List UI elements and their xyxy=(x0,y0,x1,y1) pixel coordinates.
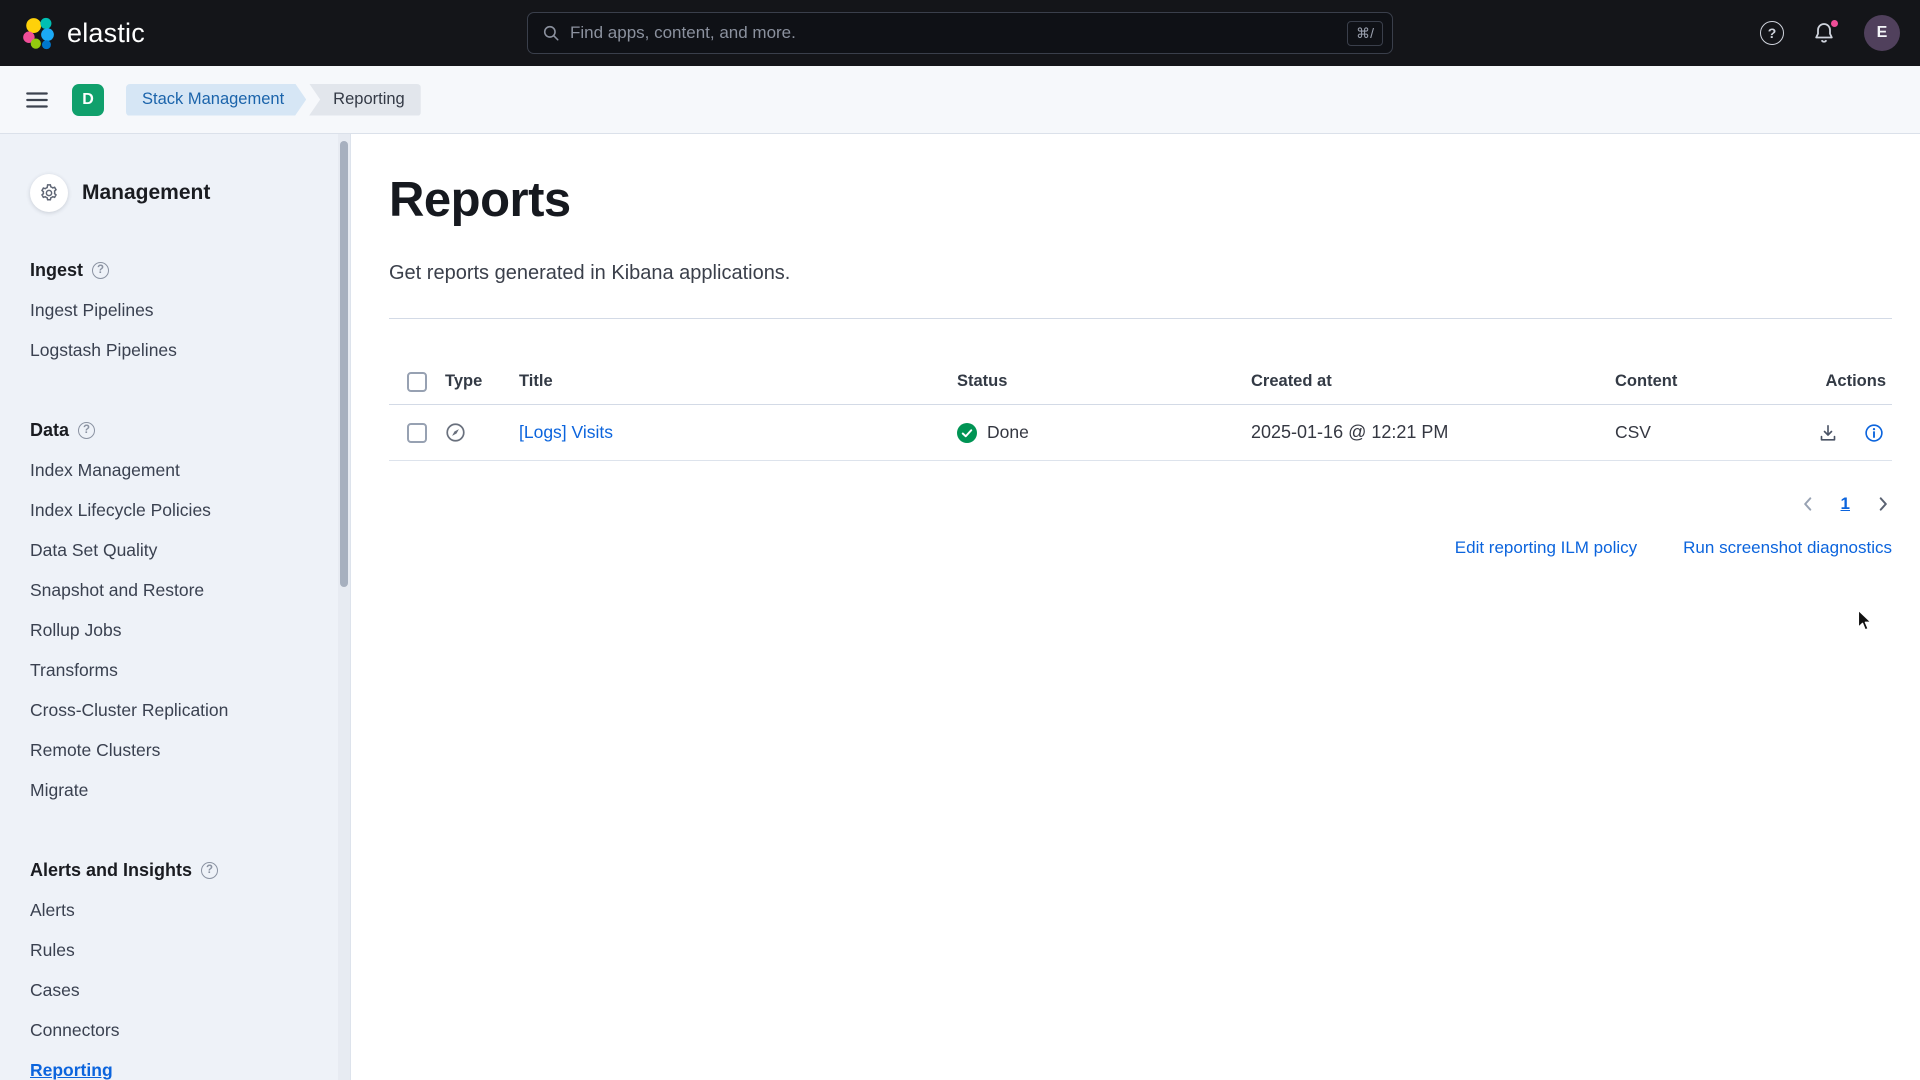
top-navigation-bar: elastic ⌘/ ? E xyxy=(0,0,1920,66)
report-info-icon[interactable] xyxy=(1864,423,1884,443)
column-header-status[interactable]: Status xyxy=(957,372,1251,391)
menu-hamburger-icon[interactable] xyxy=(24,89,50,111)
notifications-bell-icon[interactable] xyxy=(1812,21,1836,45)
sidebar-item-snapshot-and-restore[interactable]: Snapshot and Restore xyxy=(30,570,350,610)
section-label-data: Data xyxy=(30,420,69,441)
sidebar-item-rollup-jobs[interactable]: Rollup Jobs xyxy=(30,610,350,650)
table-row: [Logs] Visits Done 2025-01-16 @ 12:21 PM… xyxy=(389,405,1892,461)
sidebar-item-remote-clusters[interactable]: Remote Clusters xyxy=(30,730,350,770)
elastic-brand[interactable]: elastic xyxy=(22,16,145,50)
notification-dot xyxy=(1829,18,1840,29)
sidebar-section-ingest: Ingest ? Ingest Pipelines Logstash Pipel… xyxy=(30,250,350,370)
help-icon[interactable]: ? xyxy=(1760,21,1784,45)
search-input[interactable] xyxy=(570,23,1337,43)
sidebar-item-ingest-pipelines[interactable]: Ingest Pipelines xyxy=(30,290,350,330)
search-icon xyxy=(542,24,560,42)
status-badge: Done xyxy=(987,422,1029,443)
column-header-title[interactable]: Title xyxy=(519,372,957,391)
column-header-content[interactable]: Content xyxy=(1615,372,1818,391)
next-page-icon[interactable] xyxy=(1874,495,1892,513)
sidebar-title: Management xyxy=(82,181,210,205)
sidebar-item-connectors[interactable]: Connectors xyxy=(30,1010,350,1050)
gear-icon xyxy=(30,174,68,212)
column-header-created-at[interactable]: Created at xyxy=(1251,372,1615,391)
reports-page: Reports Get reports generated in Kibana … xyxy=(351,134,1920,1080)
page-title: Reports xyxy=(389,172,1892,228)
column-header-type[interactable]: Type xyxy=(445,372,519,391)
breadcrumb-reporting: Reporting xyxy=(309,84,421,116)
reports-table-header: Type Title Status Created at Content Act… xyxy=(389,359,1892,405)
report-type-icon xyxy=(445,422,519,443)
content-type-value: CSV xyxy=(1615,422,1818,443)
download-report-icon[interactable] xyxy=(1818,423,1838,443)
status-done-icon xyxy=(957,423,977,443)
sidebar-section-alerts-insights: Alerts and Insights ? Alerts Rules Cases… xyxy=(30,850,350,1080)
column-header-actions: Actions xyxy=(1818,372,1892,391)
page-description: Get reports generated in Kibana applicat… xyxy=(389,262,1892,285)
created-at-value: 2025-01-16 @ 12:21 PM xyxy=(1251,422,1615,443)
breadcrumb: Stack Management Reporting xyxy=(126,84,421,116)
section-help-icon[interactable]: ? xyxy=(78,422,95,439)
sidebar-item-rules[interactable]: Rules xyxy=(30,930,350,970)
user-avatar[interactable]: E xyxy=(1864,15,1900,51)
page-number-current[interactable]: 1 xyxy=(1841,494,1850,514)
edit-ilm-policy-link[interactable]: Edit reporting ILM policy xyxy=(1455,538,1637,558)
sidebar-header: Management xyxy=(30,174,350,212)
sidebar-section-data: Data ? Index Management Index Lifecycle … xyxy=(30,410,350,810)
sidebar-item-data-set-quality[interactable]: Data Set Quality xyxy=(30,530,350,570)
pagination: 1 xyxy=(389,494,1892,514)
space-badge[interactable]: D xyxy=(72,84,104,116)
breadcrumb-bar: D Stack Management Reporting xyxy=(0,66,1920,134)
sidebar-item-reporting[interactable]: Reporting xyxy=(30,1050,350,1080)
global-search-box[interactable]: ⌘/ xyxy=(527,12,1393,54)
sidebar-item-transforms[interactable]: Transforms xyxy=(30,650,350,690)
elastic-logo-icon xyxy=(22,16,56,50)
row-checkbox[interactable] xyxy=(407,423,427,443)
sidebar-item-logstash-pipelines[interactable]: Logstash Pipelines xyxy=(30,330,350,370)
section-help-icon[interactable]: ? xyxy=(92,262,109,279)
section-label-ingest: Ingest xyxy=(30,260,83,281)
table-footer-links: Edit reporting ILM policy Run screenshot… xyxy=(389,538,1892,558)
breadcrumb-stack-management[interactable]: Stack Management xyxy=(126,84,306,116)
search-shortcut-badge: ⌘/ xyxy=(1347,21,1383,46)
sidebar-item-index-lifecycle-policies[interactable]: Index Lifecycle Policies xyxy=(30,490,350,530)
sidebar-item-cases[interactable]: Cases xyxy=(30,970,350,1010)
previous-page-icon[interactable] xyxy=(1799,495,1817,513)
section-label-alerts-insights: Alerts and Insights xyxy=(30,860,192,881)
sidebar-item-cross-cluster-replication[interactable]: Cross-Cluster Replication xyxy=(30,690,350,730)
page-header-divider xyxy=(389,318,1892,319)
select-all-checkbox[interactable] xyxy=(407,372,427,392)
sidebar-item-migrate[interactable]: Migrate xyxy=(30,770,350,810)
sidebar-item-alerts[interactable]: Alerts xyxy=(30,890,350,930)
run-screenshot-diagnostics-link[interactable]: Run screenshot diagnostics xyxy=(1683,538,1892,558)
sidebar-scrollbar-thumb[interactable] xyxy=(340,141,348,587)
brand-name: elastic xyxy=(67,18,145,49)
sidebar-item-index-management[interactable]: Index Management xyxy=(30,450,350,490)
report-title-link[interactable]: [Logs] Visits xyxy=(519,422,613,442)
section-help-icon[interactable]: ? xyxy=(201,862,218,879)
management-sidebar: Management Ingest ? Ingest Pipelines Log… xyxy=(0,134,351,1080)
